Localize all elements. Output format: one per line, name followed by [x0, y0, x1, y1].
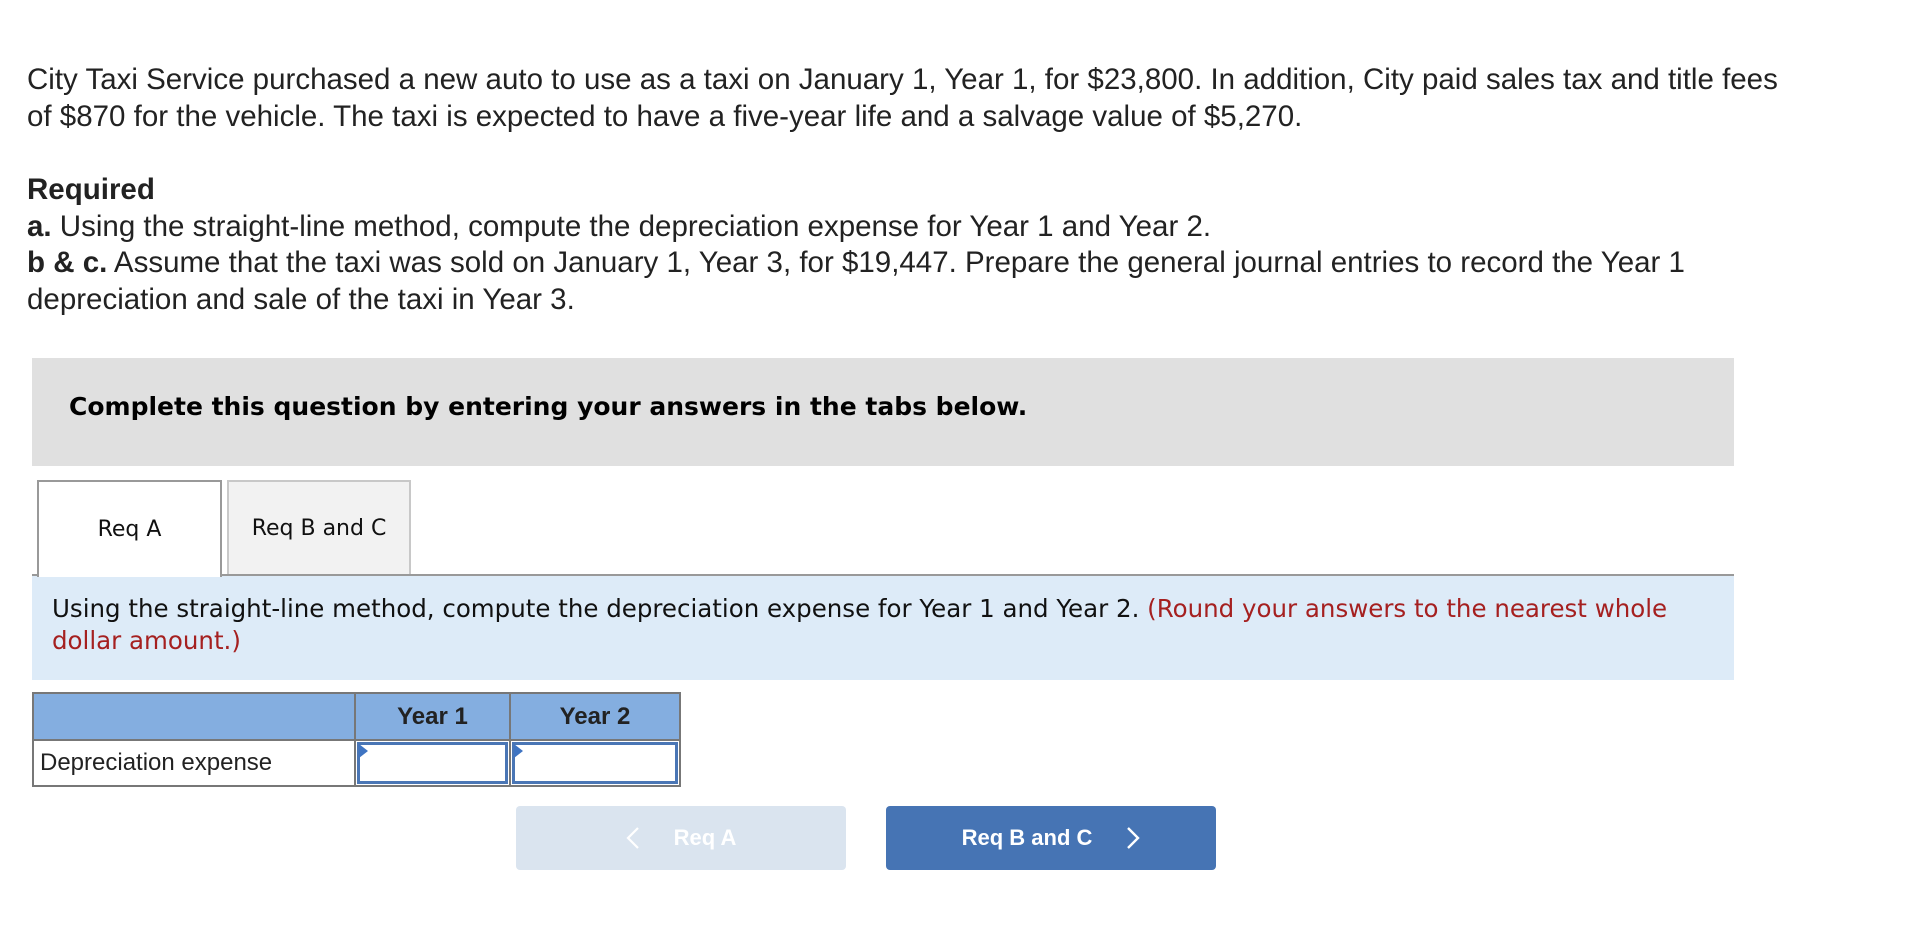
chevron-right-icon — [1126, 826, 1141, 850]
input-flag-icon — [359, 744, 368, 758]
tab-req-a[interactable]: Req A — [37, 480, 222, 577]
requirement-bc-prefix: b & c. — [27, 246, 108, 279]
required-section: Required a. Using the straight-line meth… — [27, 172, 1907, 318]
requirement-instruction-panel: Using the straight-line method, compute … — [32, 576, 1734, 680]
requirement-instruction-text: Using the straight-line method, compute … — [52, 594, 1148, 623]
year-1-cell — [354, 739, 511, 787]
depreciation-table: Year 1 Year 2 Depreciation expense — [32, 692, 681, 787]
requirement-bc: b & c. Assume that the taxi was sold on … — [27, 245, 1907, 282]
table-header-row: Year 1 Year 2 — [32, 692, 681, 741]
requirement-a-text: Using the straight-line method, compute … — [51, 209, 1212, 243]
chevron-left-icon — [626, 826, 640, 850]
requirement-a-prefix: a. — [27, 209, 52, 243]
prev-button-label: Req A — [673, 825, 737, 850]
tab-req-a-label: Req A — [97, 517, 162, 542]
table-row: Depreciation expense — [32, 739, 681, 787]
requirement-a: a. Using the straight-line method, compu… — [27, 209, 1907, 246]
problem-statement: City Taxi Service purchased a new auto t… — [27, 62, 1907, 135]
problem-intro-line-1: City Taxi Service purchased a new auto t… — [27, 63, 1778, 96]
table-header-year-2: Year 2 — [509, 692, 681, 741]
next-button-label: Req B and C — [961, 825, 1093, 850]
tab-req-b-and-c[interactable]: Req B and C — [227, 480, 411, 575]
prev-req-a-button[interactable]: Req A — [516, 806, 846, 870]
row-label-depreciation-expense: Depreciation expense — [32, 739, 356, 787]
requirement-bc-text: Assume that the taxi was sold on January… — [107, 246, 1685, 279]
year-2-depreciation-input[interactable] — [512, 742, 678, 784]
tab-req-b-and-c-label: Req B and C — [251, 516, 387, 541]
table-header-year-1: Year 1 — [354, 692, 511, 741]
year-1-depreciation-input[interactable] — [357, 742, 508, 784]
input-flag-icon — [514, 744, 523, 758]
requirement-bc-continued: depreciation and sale of the taxi in Yea… — [27, 282, 575, 316]
instruction-banner: Complete this question by entering your … — [32, 358, 1734, 466]
instruction-banner-text: Complete this question by entering your … — [69, 392, 1028, 421]
requirement-instruction: Using the straight-line method, compute … — [52, 593, 1732, 657]
required-heading: Required — [27, 173, 155, 206]
table-header-blank — [32, 692, 356, 741]
problem-intro-line-2: of $870 for the vehicle. The taxi is exp… — [27, 99, 1303, 133]
next-req-b-and-c-button[interactable]: Req B and C — [886, 806, 1216, 870]
year-2-cell — [509, 739, 681, 787]
